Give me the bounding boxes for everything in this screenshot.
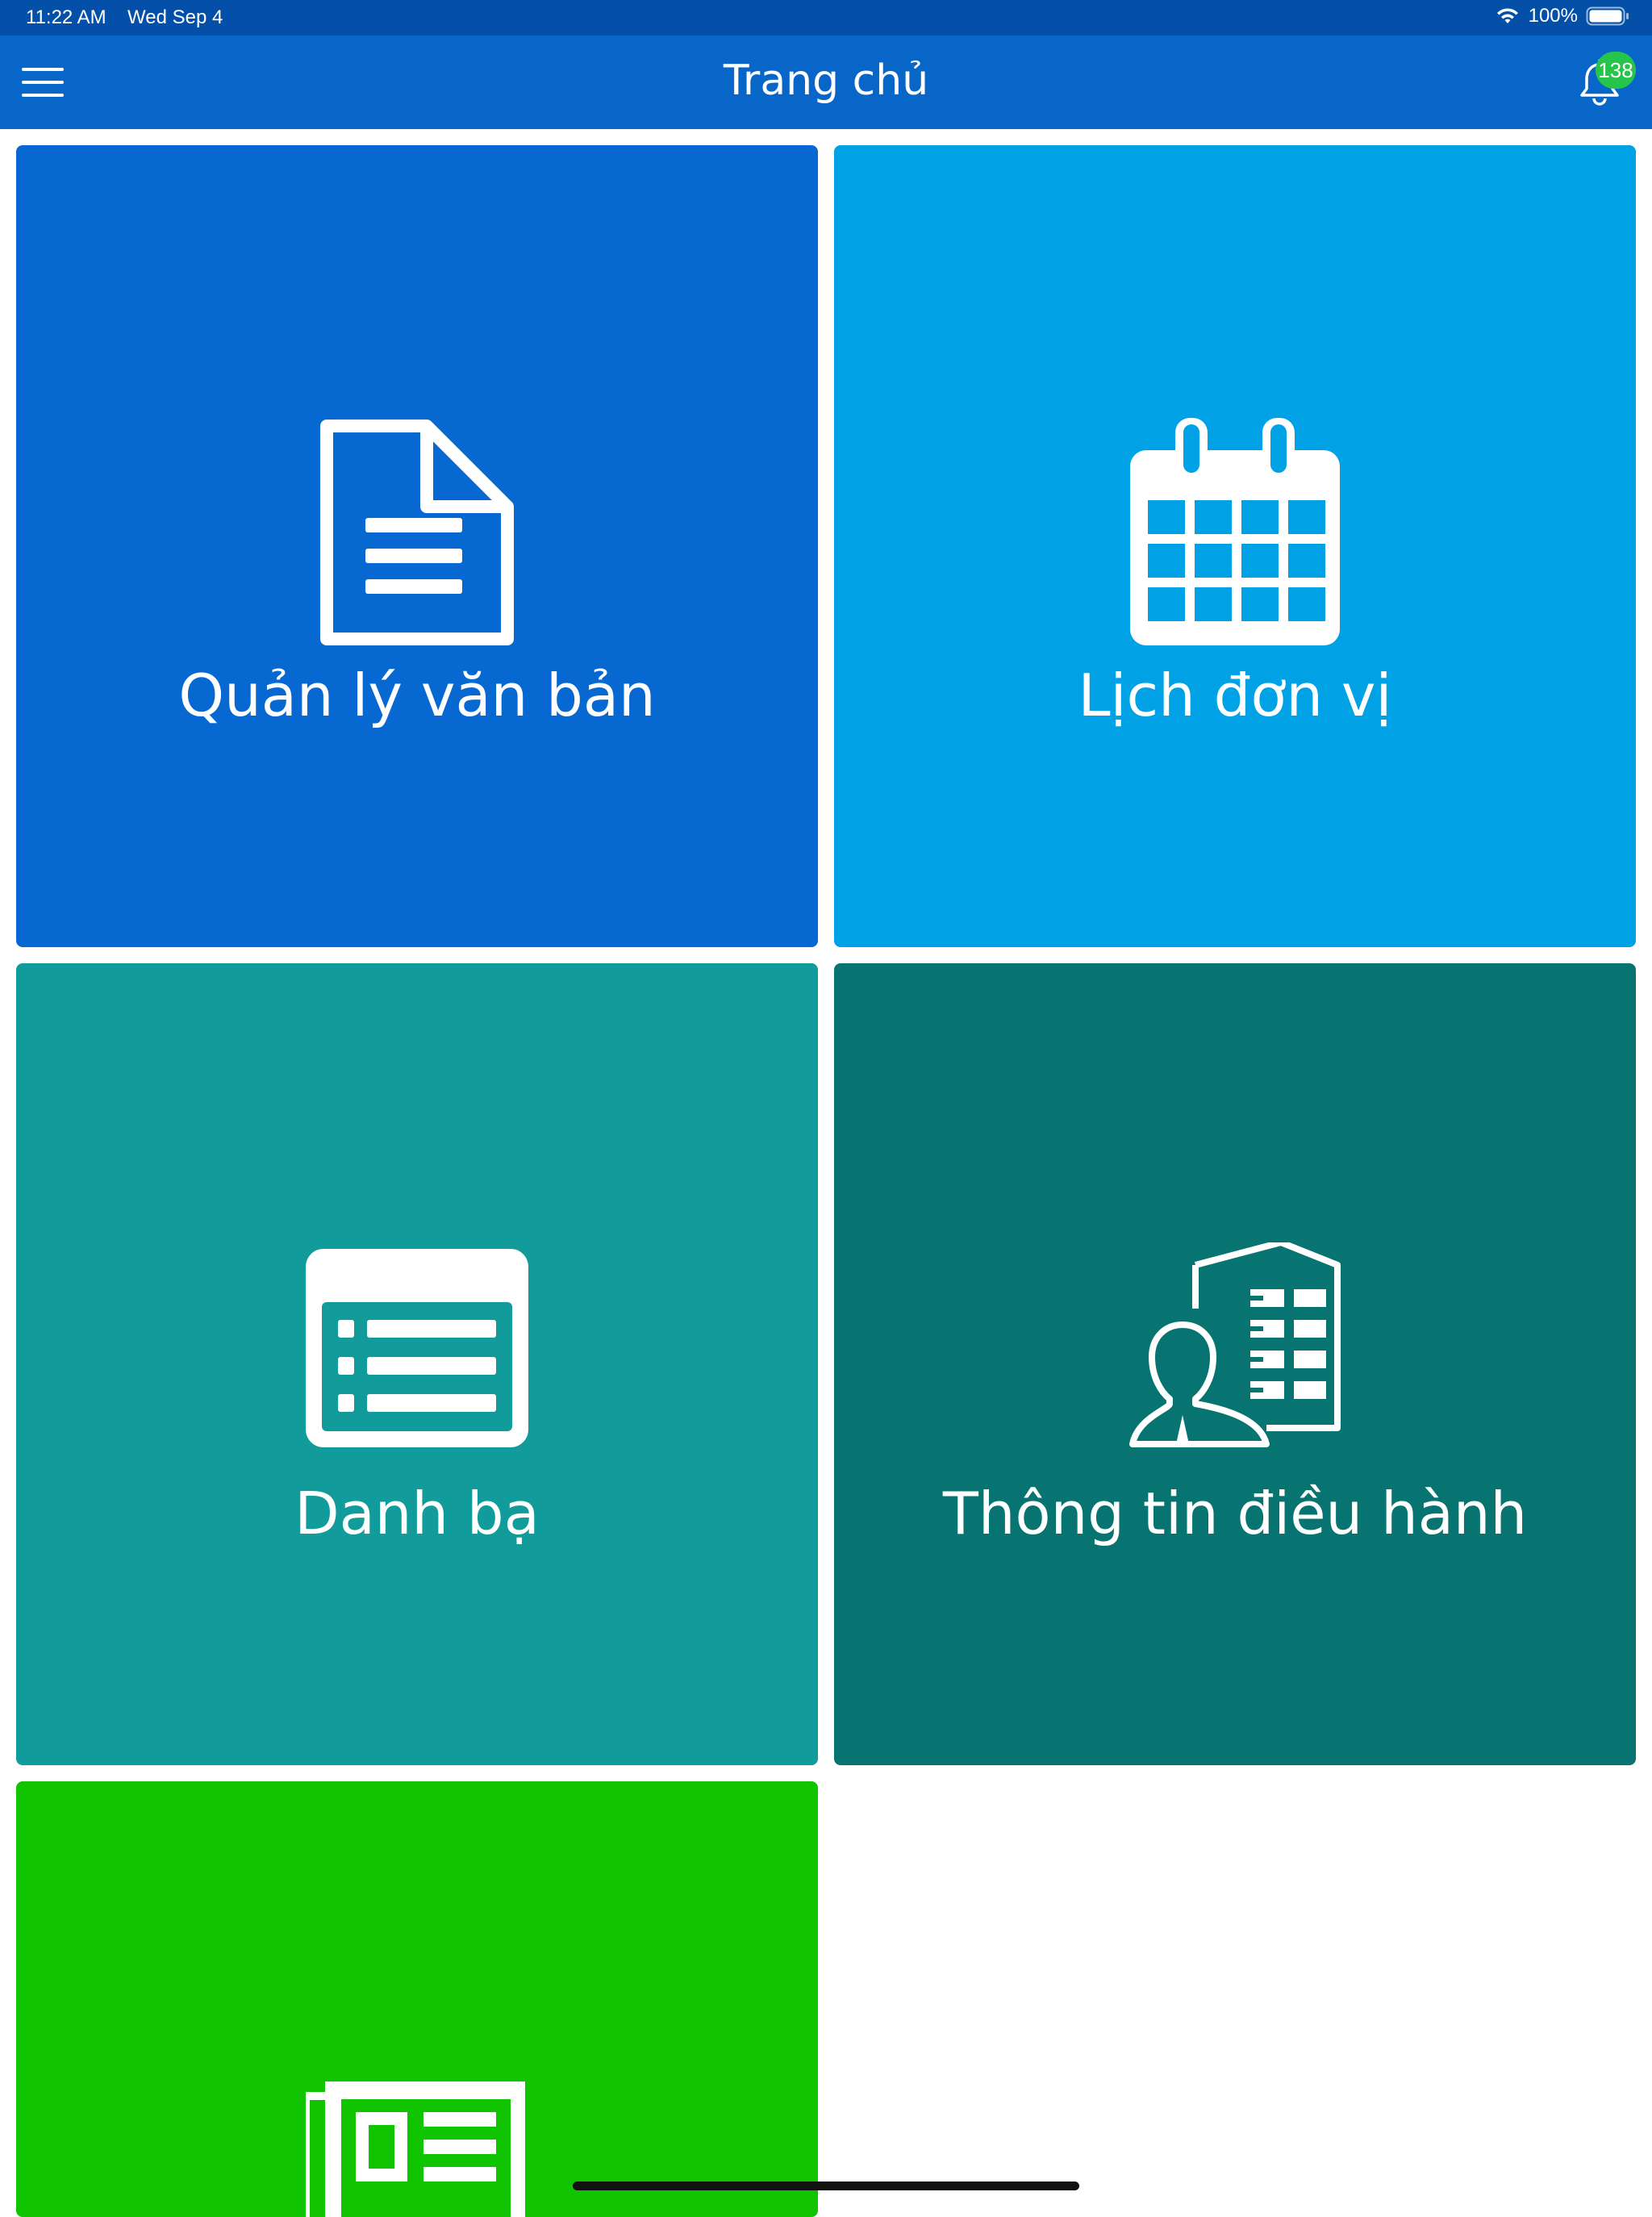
notifications-button[interactable]: 138 xyxy=(1575,52,1636,108)
page-title: Trang chủ xyxy=(723,56,929,105)
tile-label-contacts: Danh bạ xyxy=(294,1480,540,1547)
tile-label-document-management: Quản lý văn bản xyxy=(178,662,656,729)
office-person-icon xyxy=(1129,1242,1341,1447)
tile-document-management[interactable]: Quản lý văn bản xyxy=(16,145,818,947)
battery-percent: 100% xyxy=(1528,5,1578,27)
tile-label-executive-information: Thông tin điều hành xyxy=(942,1480,1528,1547)
document-icon xyxy=(320,420,514,645)
home-indicator[interactable] xyxy=(573,2182,1079,2190)
tile-executive-information[interactable]: Thông tin điều hành xyxy=(834,963,1636,1765)
tile-contacts[interactable]: Danh bạ xyxy=(16,963,818,1765)
battery-icon xyxy=(1586,6,1629,26)
status-bar: 11:22 AM Wed Sep 4 100% xyxy=(0,0,1652,35)
newspaper-icon xyxy=(306,2081,525,2217)
tile-unit-calendar[interactable]: Lịch đơn vị xyxy=(834,145,1636,947)
wifi-icon xyxy=(1496,8,1518,23)
status-indicators: 100% xyxy=(1495,5,1629,27)
notification-count-badge: 138 xyxy=(1596,52,1636,89)
calendar-icon xyxy=(1130,418,1340,645)
tile-label-unit-calendar: Lịch đơn vị xyxy=(1078,662,1392,729)
navigation-bar: Trang chủ 138 xyxy=(0,35,1652,129)
status-time: 11:22 AM xyxy=(26,6,106,28)
contacts-list-icon xyxy=(306,1249,528,1447)
tile-news[interactable] xyxy=(16,1781,818,2217)
status-date: Wed Sep 4 xyxy=(127,6,223,28)
